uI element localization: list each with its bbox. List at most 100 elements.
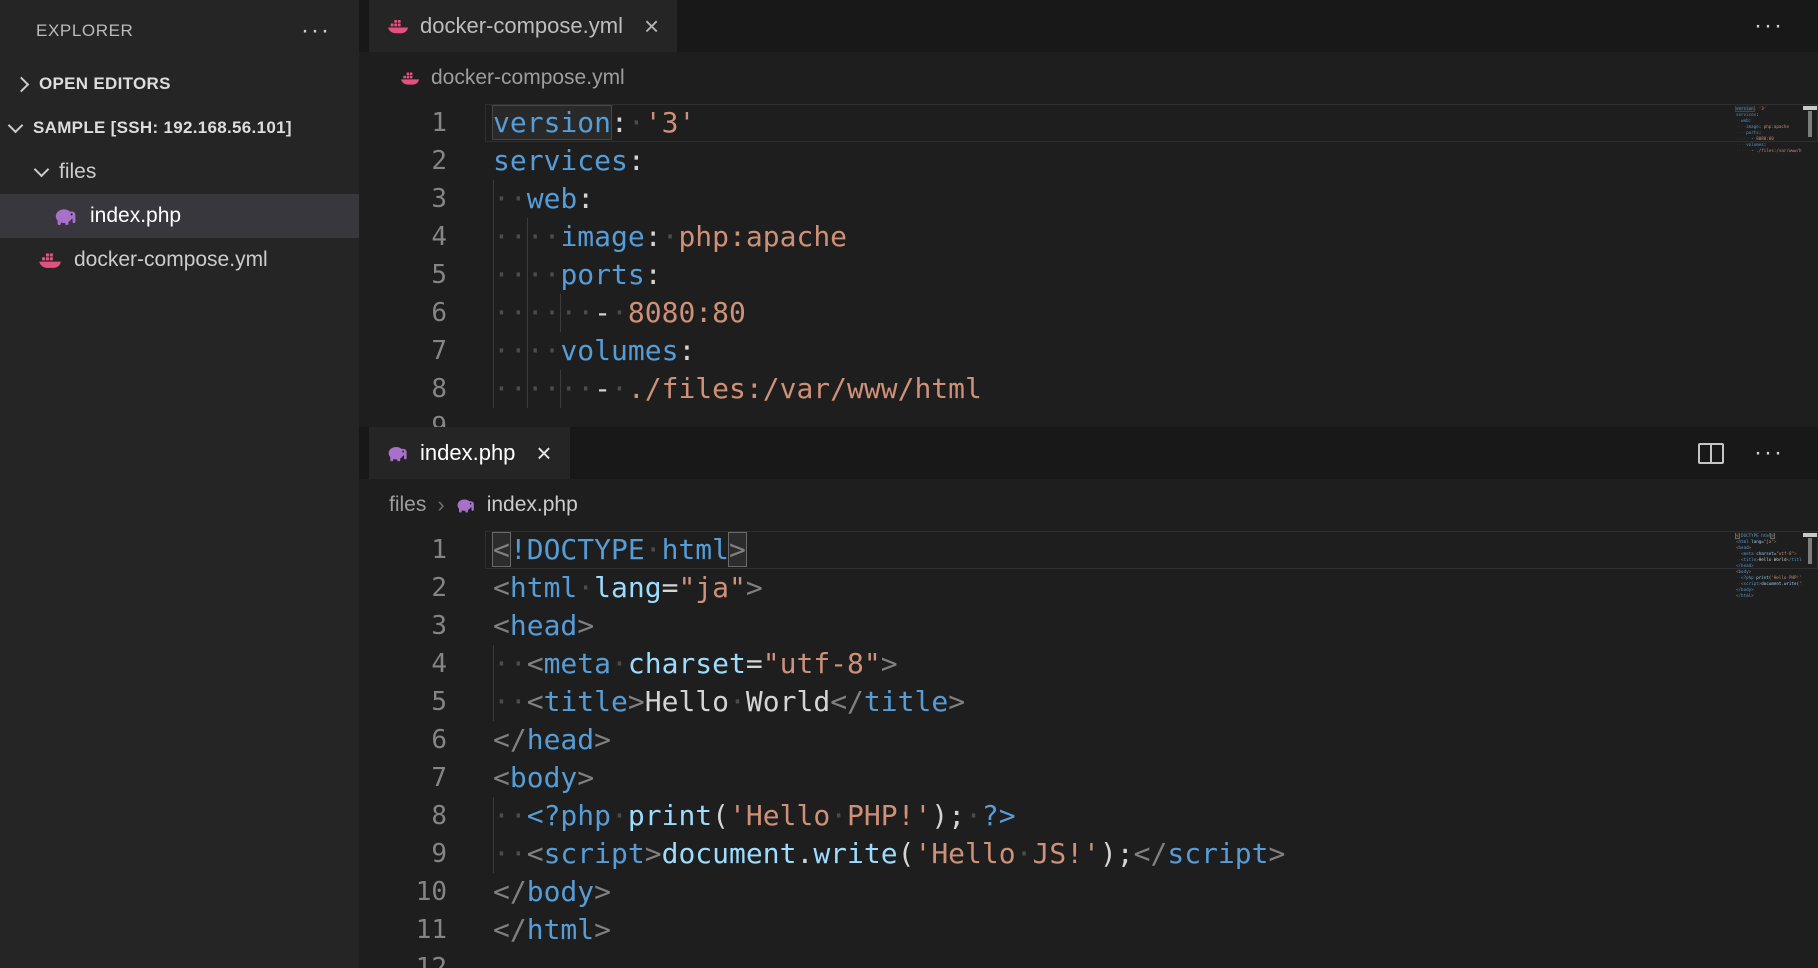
code-line[interactable]: 2<html·lang="ja"> — [359, 569, 1818, 607]
code-line[interactable]: 4····image:·php:apache — [359, 218, 1818, 256]
code-line[interactable]: 9··<script>document.write('Hello·JS!');<… — [359, 835, 1818, 873]
scrollbar-slider[interactable] — [1808, 111, 1812, 137]
code-area: 1version:·'3'2services:3··web:4····image… — [359, 104, 1818, 427]
tab-bar: docker-compose.yml × ··· — [359, 0, 1818, 52]
line-number: 3 — [359, 180, 447, 218]
code-line[interactable]: 5····ports: — [359, 256, 1818, 294]
workspace-section[interactable]: SAMPLE [SSH: 192.168.56.101] — [0, 106, 359, 150]
line-number: 6 — [359, 721, 447, 759]
code-token: ports — [1746, 130, 1759, 135]
code-token: "ja" — [678, 571, 745, 604]
breadcrumb-folder[interactable]: files — [389, 493, 426, 517]
code-token: php:apache — [1764, 124, 1789, 129]
tab-index-php[interactable]: index.php × — [369, 427, 570, 479]
code-token: JS!' — [1032, 837, 1099, 870]
more-actions-icon[interactable]: ··· — [1754, 14, 1784, 38]
code-line[interactable]: 10</body> — [359, 873, 1818, 911]
docker-icon — [400, 68, 420, 88]
breadcrumb-file[interactable]: docker-compose.yml — [431, 66, 625, 90]
code-token: write — [813, 837, 897, 870]
code-token: meta — [1744, 551, 1754, 556]
scrollbar[interactable] — [1802, 104, 1818, 427]
code-token: web — [1741, 118, 1749, 123]
code-token: : — [678, 334, 695, 367]
code-token: < — [493, 609, 510, 642]
tree-item-docker-compose[interactable]: docker-compose.yml — [0, 238, 359, 282]
explorer-more-icon[interactable]: ··· — [301, 19, 331, 43]
code-token: ·· — [493, 685, 527, 718]
code-lines: 1version:·'3'2services:3··web:4····image… — [359, 104, 1818, 427]
code-line[interactable]: 6······-·8080:80 — [359, 294, 1818, 332]
close-icon[interactable]: × — [644, 13, 659, 39]
code-line[interactable]: 11</html> — [359, 911, 1818, 949]
code-line[interactable]: 8······-·./files:/var/www/html — [359, 370, 1818, 408]
code-token: ·· — [493, 799, 527, 832]
minimap[interactable]: <!DOCTYPE·html><html·lang="ja"><head>··<… — [1686, 533, 1802, 968]
code-token: > — [1774, 539, 1777, 544]
split-editor-icon[interactable] — [1698, 443, 1724, 464]
code-line[interactable]: 9 — [359, 408, 1818, 427]
chevron-down-icon — [8, 118, 24, 134]
tree-item-files[interactable]: files — [0, 150, 359, 194]
code-token: ······ — [493, 372, 594, 405]
code-line[interactable]: 2services: — [359, 142, 1818, 180]
close-icon[interactable]: × — [536, 440, 551, 466]
code-line[interactable]: 3··web: — [359, 180, 1818, 218]
open-editors-section[interactable]: OPEN EDITORS — [0, 62, 359, 106]
indent-guide — [527, 218, 528, 256]
code-token: : — [1756, 112, 1759, 117]
line-number: 1 — [359, 104, 447, 142]
code-token: title — [1792, 557, 1802, 562]
breadcrumb-file[interactable]: index.php — [487, 493, 578, 517]
indent-guide — [560, 370, 561, 408]
scrollbar[interactable] — [1802, 531, 1818, 968]
tree-item-index-php[interactable]: index.php — [0, 194, 359, 238]
code-token: !DOCTYPE — [510, 533, 645, 566]
code-token: head — [1739, 545, 1749, 550]
code-token: · — [628, 106, 645, 139]
code-line — [1690, 154, 1802, 160]
code-token: title — [864, 685, 948, 718]
code-line[interactable]: 4··<meta·charset="utf-8"> — [359, 645, 1818, 683]
code-line[interactable]: 7····volumes: — [359, 332, 1818, 370]
folder-label: files — [59, 160, 96, 184]
code-line[interactable]: 8··<?php·print('Hello·PHP!');·?> — [359, 797, 1818, 835]
editor-actions: ··· — [1754, 0, 1784, 52]
code-token: ( — [712, 799, 729, 832]
code-token: = — [662, 571, 679, 604]
indent-guide — [527, 256, 528, 294]
tab-docker-compose[interactable]: docker-compose.yml × — [369, 0, 677, 52]
code-token: < — [527, 647, 544, 680]
code-line[interactable]: 1<!DOCTYPE·html> — [359, 531, 1818, 569]
code-token: : — [1759, 130, 1762, 135]
code-line[interactable]: 7<body> — [359, 759, 1818, 797]
code-token: · — [965, 799, 982, 832]
code-token: charset — [628, 647, 746, 680]
code-token: ·· — [493, 182, 527, 215]
code-line[interactable]: 6</head> — [359, 721, 1818, 759]
code-line[interactable]: 12 — [359, 949, 1818, 968]
code-token: title — [544, 685, 628, 718]
code-token: version — [1736, 106, 1754, 111]
indent-guide — [527, 294, 528, 332]
scrollbar-slider[interactable] — [1808, 538, 1812, 564]
code-line[interactable]: 1version:·'3' — [359, 104, 1818, 142]
code-token: World — [1774, 557, 1787, 562]
code-token: > — [1751, 587, 1754, 592]
code-token: ···· — [1736, 130, 1746, 135]
code-token: ······ — [1736, 136, 1751, 141]
overview-cursor-mark — [1803, 533, 1817, 537]
php-icon — [54, 204, 78, 228]
indent-guide — [493, 683, 494, 721]
code-line[interactable]: 5··<title>Hello·World</title> — [359, 683, 1818, 721]
code-token: body — [510, 761, 577, 794]
minimap[interactable]: version:·'3'services:··web:····image:·ph… — [1686, 106, 1802, 427]
code-token: body — [527, 875, 594, 908]
line-number: 7 — [359, 759, 447, 797]
code-token: > — [1751, 563, 1754, 568]
code-line[interactable]: 3<head> — [359, 607, 1818, 645]
code-token: : — [645, 258, 662, 291]
indent-guide — [527, 332, 528, 370]
more-actions-icon[interactable]: ··· — [1754, 441, 1784, 465]
indent-guide — [493, 294, 494, 332]
